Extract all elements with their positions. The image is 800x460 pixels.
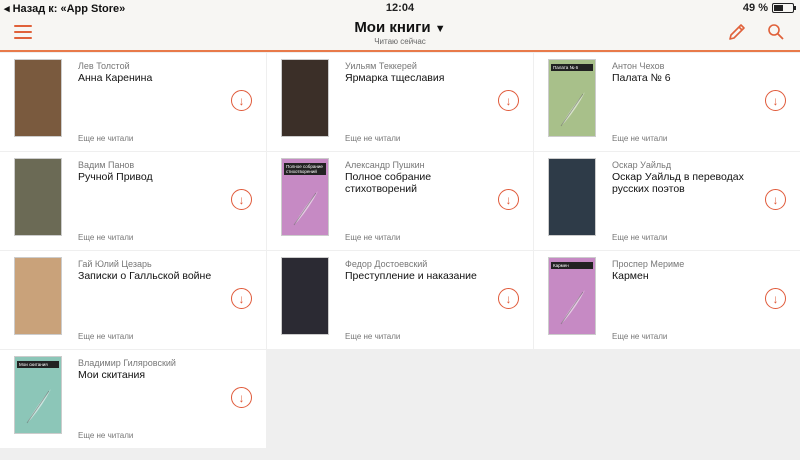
book-cover[interactable]: Кармен (548, 257, 596, 335)
status-bar: ◂ Назад к: «App Store» 12:04 49 % (0, 0, 800, 16)
reading-status: Еще не читали (78, 332, 134, 341)
book-cover[interactable] (281, 257, 329, 335)
book-card[interactable]: Уильям Теккерей Ярмарка тщеславия Еще не ч… (267, 53, 533, 151)
battery-icon (772, 3, 796, 13)
book-card[interactable]: Оскар Уайльд Оскар Уайльд в переводах рус… (534, 152, 800, 250)
book-author: Гай Юлий Цезарь (78, 259, 152, 269)
book-author: Федор Достоевский (345, 259, 428, 269)
reading-status: Еще не читали (78, 233, 134, 242)
book-author: Уильям Теккерей (345, 61, 417, 71)
book-title[interactable]: Преступление и наказание (345, 270, 495, 282)
book-cover[interactable] (14, 257, 62, 335)
book-cover[interactable] (14, 158, 62, 236)
battery-indicator: 49 % (742, 2, 796, 14)
reading-status: Еще не читали (345, 233, 401, 242)
download-button[interactable]: ↓ (498, 189, 519, 210)
reading-status: Еще не читали (612, 134, 668, 143)
book-cover[interactable] (14, 59, 62, 137)
reading-status: Еще не читали (78, 431, 134, 440)
cover-caption: Кармен (551, 262, 593, 269)
book-cover[interactable] (548, 158, 596, 236)
book-card[interactable]: Палата № 6 Антон Чехов Палата № 6 Еще не чи… (534, 53, 800, 151)
feather-icon (293, 191, 318, 226)
download-button[interactable]: ↓ (765, 288, 786, 309)
download-button[interactable]: ↓ (231, 90, 252, 111)
download-arrow-icon: ↓ (505, 192, 512, 207)
page-subtitle: Читаю сейчас (374, 37, 426, 46)
book-cover[interactable]: Мои скитания (14, 356, 62, 434)
battery-percent: 49 % (742, 2, 768, 14)
download-button[interactable]: ↓ (231, 387, 252, 408)
book-grid: Лев Толстой Анна Каренина Еще не читали ↓ Уи… (0, 53, 800, 448)
book-title[interactable]: Палата № 6 (612, 72, 762, 84)
book-author: Проспер Мериме (612, 259, 685, 269)
book-author: Антон Чехов (612, 61, 665, 71)
book-title[interactable]: Ярмарка тщеславия (345, 72, 495, 84)
book-title[interactable]: Кармен (612, 270, 762, 282)
edit-pencil-icon[interactable] (726, 21, 748, 48)
book-card[interactable]: Гай Юлий Цезарь Записки о Галльской войне… (0, 251, 266, 349)
feather-icon (560, 290, 585, 325)
book-cover[interactable]: Полное собрание стихотворений (281, 158, 329, 236)
download-button[interactable]: ↓ (231, 288, 252, 309)
book-title[interactable]: Мои скитания (78, 369, 228, 381)
book-cover[interactable]: Палата № 6 (548, 59, 596, 137)
feather-icon (560, 92, 585, 127)
book-title[interactable]: Ручной Привод (78, 171, 228, 183)
download-arrow-icon: ↓ (772, 93, 779, 108)
book-card[interactable]: Полное собрание стихотворений Александр П… (267, 152, 533, 250)
book-author: Александр Пушкин (345, 160, 425, 170)
book-title[interactable]: Анна Каренина (78, 72, 228, 84)
search-icon[interactable] (766, 22, 786, 47)
download-arrow-icon: ↓ (238, 93, 245, 108)
chevron-down-icon: ▼ (434, 23, 446, 35)
reading-status: Еще не читали (345, 134, 401, 143)
book-title[interactable]: Оскар Уайльд в переводах русских поэтов (612, 171, 762, 195)
book-card[interactable]: Кармен Проспер Мериме Кармен Еще не читали ↓ (534, 251, 800, 349)
book-card[interactable]: Федор Достоевский Преступление и наказани… (267, 251, 533, 349)
download-button[interactable]: ↓ (231, 189, 252, 210)
cover-caption: Полное собрание стихотворений (284, 163, 326, 175)
title-selector[interactable]: Мои книги ▼ Читаю сейчас (0, 19, 800, 46)
download-arrow-icon: ↓ (772, 192, 779, 207)
download-arrow-icon: ↓ (505, 291, 512, 306)
book-title[interactable]: Полное собрание стихотворений (345, 171, 495, 195)
book-title[interactable]: Записки о Галльской войне (78, 270, 228, 282)
download-button[interactable]: ↓ (765, 189, 786, 210)
reading-status: Еще не читали (345, 332, 401, 341)
book-author: Лев Толстой (78, 61, 130, 71)
feather-icon (26, 389, 51, 424)
download-button[interactable]: ↓ (498, 288, 519, 309)
status-time: 12:04 (385, 2, 415, 14)
download-arrow-icon: ↓ (238, 291, 245, 306)
reading-status: Еще не читали (612, 233, 668, 242)
download-arrow-icon: ↓ (238, 192, 245, 207)
download-arrow-icon: ↓ (505, 93, 512, 108)
book-author: Владимир Гиляровский (78, 358, 176, 368)
download-arrow-icon: ↓ (772, 291, 779, 306)
book-card[interactable]: Вадим Панов Ручной Привод Еще не читали ↓ (0, 152, 266, 250)
page-title: Мои книги (354, 19, 431, 36)
book-author: Вадим Панов (78, 160, 135, 170)
book-card[interactable]: Лев Толстой Анна Каренина Еще не читали ↓ (0, 53, 266, 151)
download-button[interactable]: ↓ (498, 90, 519, 111)
reading-status: Еще не читали (612, 332, 668, 341)
book-card[interactable]: Мои скитания Владимир Гиляровский Мои скит… (0, 350, 266, 448)
book-author: Оскар Уайльд (612, 160, 672, 170)
book-cover[interactable] (281, 59, 329, 137)
reading-status: Еще не читали (78, 134, 134, 143)
download-button[interactable]: ↓ (765, 90, 786, 111)
nav-bar: Мои книги ▼ Читаю сейчас (0, 16, 800, 52)
download-arrow-icon: ↓ (238, 390, 245, 405)
cover-caption: Палата № 6 (551, 64, 593, 71)
battery-fill (774, 5, 783, 11)
cover-caption: Мои скитания (17, 361, 59, 368)
